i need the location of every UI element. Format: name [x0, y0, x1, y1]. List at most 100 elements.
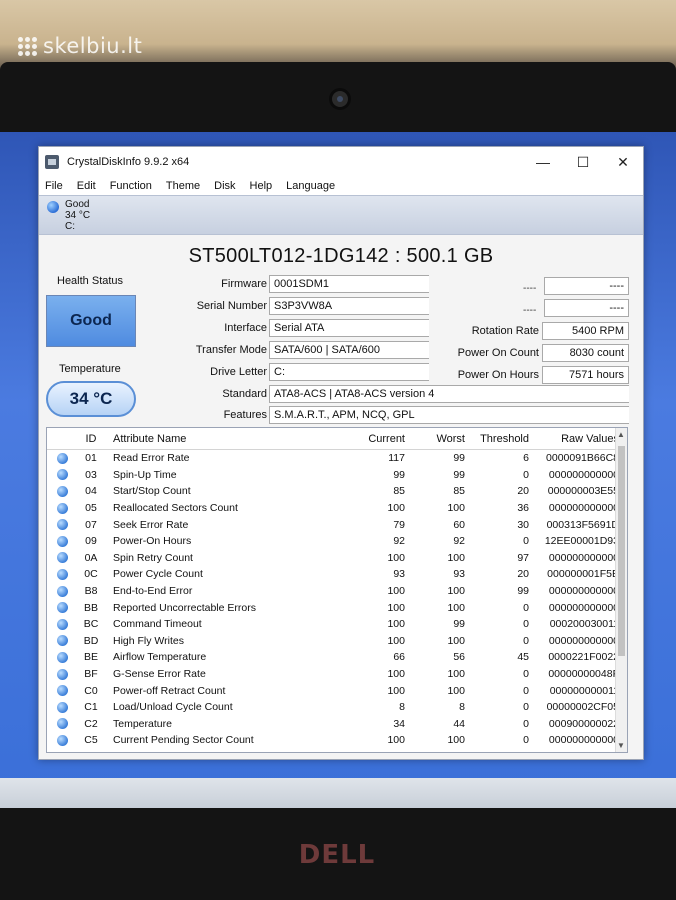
- unused-value-2: ----: [544, 299, 629, 317]
- table-body: 01 Read Error Rate 117 99 6 0000091B66C8 03 Spi…: [47, 450, 627, 749]
- drive-letter-label: Drive Letter: [210, 366, 267, 378]
- app-icon: [45, 155, 59, 169]
- attr-raw-value: 000000000011: [549, 684, 619, 697]
- status-dot-icon: [56, 618, 68, 630]
- watermark-logo-icon: [18, 36, 37, 56]
- header-id[interactable]: ID: [77, 433, 105, 445]
- attr-threshold: 36: [517, 502, 529, 515]
- table-row[interactable]: 03 Spin-Up Time 99 99 0 000000000000: [47, 467, 627, 484]
- firmware-label: Firmware: [221, 278, 267, 290]
- table-row[interactable]: 01 Read Error Rate 117 99 6 0000091B66C8: [47, 450, 627, 467]
- attr-threshold: 0: [523, 717, 529, 730]
- table-row[interactable]: BB Reported Uncorrectable Errors 100 100 0 00…: [47, 599, 627, 616]
- status-cell: [47, 734, 77, 746]
- attr-id: B8: [84, 585, 98, 598]
- attr-raw-value: 000000000000: [548, 502, 619, 515]
- table-row[interactable]: BC Command Timeout 100 99 0 000200030011: [47, 616, 627, 633]
- table-row[interactable]: BE Airflow Temperature 66 56 45 0000221F0022: [47, 649, 627, 666]
- attr-threshold: 99: [517, 585, 529, 598]
- attr-current: 100: [387, 551, 405, 564]
- menu-language[interactable]: Language: [286, 180, 335, 192]
- menu-edit[interactable]: Edit: [77, 180, 96, 192]
- scroll-up-icon[interactable]: ▲: [617, 430, 625, 439]
- table-row[interactable]: C0 Power-off Retract Count 100 100 0 00000000…: [47, 682, 627, 699]
- attr-name: Spin Retry Count: [113, 551, 193, 564]
- attr-name: End-to-End Error: [113, 585, 193, 598]
- attr-raw-value: 00000002CF05: [546, 701, 619, 714]
- header-raw-values[interactable]: Raw Values: [529, 433, 623, 445]
- disk-tab-letter: C:: [65, 221, 75, 232]
- watermark: skelbiu.lt: [18, 34, 142, 58]
- table-row[interactable]: 0A Spin Retry Count 100 100 97 000000000000: [47, 550, 627, 567]
- window-title: CrystalDiskInfo 9.9.2 x64: [67, 156, 190, 168]
- table-row[interactable]: C5 Current Pending Sector Count 100 100 0 000…: [47, 732, 627, 749]
- status-dot-icon: [56, 502, 68, 514]
- attr-threshold: 0: [523, 618, 529, 631]
- smart-attributes-table: ID Attribute Name Current Worst Threshol…: [46, 427, 628, 753]
- header-worst[interactable]: Worst: [405, 433, 465, 445]
- menu-theme[interactable]: Theme: [166, 180, 200, 192]
- maximize-button[interactable]: ☐: [563, 154, 603, 171]
- rotation-rate-label: Rotation Rate: [471, 325, 539, 337]
- attr-name: Reported Uncorrectable Errors: [113, 601, 256, 614]
- attr-current: 117: [388, 452, 405, 465]
- attr-threshold: 0: [523, 684, 529, 697]
- attr-worst: 100: [447, 585, 465, 598]
- table-row[interactable]: 05 Reallocated Sectors Count 100 100 36 00000…: [47, 500, 627, 517]
- scrollbar-thumb[interactable]: [618, 446, 625, 656]
- status-cell: [47, 585, 77, 597]
- standard-value: ATA8-ACS | ATA8-ACS version 4: [269, 385, 629, 403]
- taskbar: [0, 778, 676, 808]
- attr-name: Command Timeout: [113, 618, 202, 631]
- temperature-button[interactable]: 34 °C: [46, 381, 136, 417]
- attr-id: 07: [85, 518, 97, 531]
- menu-function[interactable]: Function: [110, 180, 152, 192]
- table-scrollbar[interactable]: ▲ ▼: [615, 428, 627, 752]
- attr-id: 0C: [84, 568, 98, 581]
- table-header: ID Attribute Name Current Worst Threshol…: [47, 428, 627, 450]
- scroll-down-icon[interactable]: ▼: [617, 741, 625, 750]
- attr-raw-value: 00000000048F: [548, 668, 619, 681]
- menu-file[interactable]: File: [45, 180, 63, 192]
- status-dot-icon: [56, 585, 68, 597]
- health-status-button[interactable]: Good: [46, 295, 136, 347]
- header-threshold[interactable]: Threshold: [465, 433, 529, 445]
- menu-disk[interactable]: Disk: [214, 180, 235, 192]
- attr-threshold: 0: [523, 734, 529, 747]
- crystaldiskinfo-window: CrystalDiskInfo 9.9.2 x64 — ☐ ✕ File Edi…: [38, 146, 644, 760]
- minimize-button[interactable]: —: [523, 154, 563, 170]
- header-attribute-name[interactable]: Attribute Name: [105, 433, 345, 445]
- disk-tab[interactable]: Good 34 °C C:: [47, 199, 90, 232]
- attr-id: BB: [83, 601, 98, 614]
- attr-id: 05: [85, 502, 97, 515]
- close-button[interactable]: ✕: [603, 154, 643, 171]
- status-cell: [47, 519, 77, 531]
- attr-raw-value: 000000000000: [548, 734, 619, 747]
- table-row[interactable]: 07 Seek Error Rate 79 60 30 000313F5691D: [47, 516, 627, 533]
- table-row[interactable]: 04 Start/Stop Count 85 85 20 000000003E55: [47, 483, 627, 500]
- table-row[interactable]: 0C Power Cycle Count 93 93 20 000000001F5E: [47, 566, 627, 583]
- status-dot-icon: [56, 485, 68, 497]
- status-dot-icon: [56, 602, 68, 614]
- menu-help[interactable]: Help: [250, 180, 273, 192]
- status-dot-icon: [56, 469, 68, 481]
- attr-current: 100: [387, 601, 405, 614]
- power-on-count-value: 8030 count: [542, 344, 629, 362]
- attr-name: Current Pending Sector Count: [113, 734, 254, 747]
- header-current[interactable]: Current: [345, 433, 405, 445]
- attr-worst: 93: [453, 568, 465, 581]
- table-row[interactable]: C2 Temperature 34 44 0 000900000022: [47, 716, 627, 733]
- table-row[interactable]: BF G-Sense Error Rate 100 100 0 00000000048F: [47, 666, 627, 683]
- table-row[interactable]: BD High Fly Writes 100 100 0 000000000000: [47, 633, 627, 650]
- webcam-icon: [329, 88, 351, 110]
- attr-threshold: 0: [523, 668, 529, 681]
- attr-id: C1: [84, 701, 98, 714]
- serial-value: S3P3VW8A: [269, 297, 429, 315]
- status-dot-icon: [56, 701, 68, 713]
- table-row[interactable]: 09 Power-On Hours 92 92 0 12EE00001D93: [47, 533, 627, 550]
- attr-worst: 100: [447, 684, 465, 697]
- title-bar[interactable]: CrystalDiskInfo 9.9.2 x64 — ☐ ✕: [39, 147, 643, 177]
- table-row[interactable]: C1 Load/Unload Cycle Count 8 8 0 00000002CF05: [47, 699, 627, 716]
- attr-name: Read Error Rate: [113, 452, 190, 465]
- table-row[interactable]: B8 End-to-End Error 100 100 99 000000000000: [47, 583, 627, 600]
